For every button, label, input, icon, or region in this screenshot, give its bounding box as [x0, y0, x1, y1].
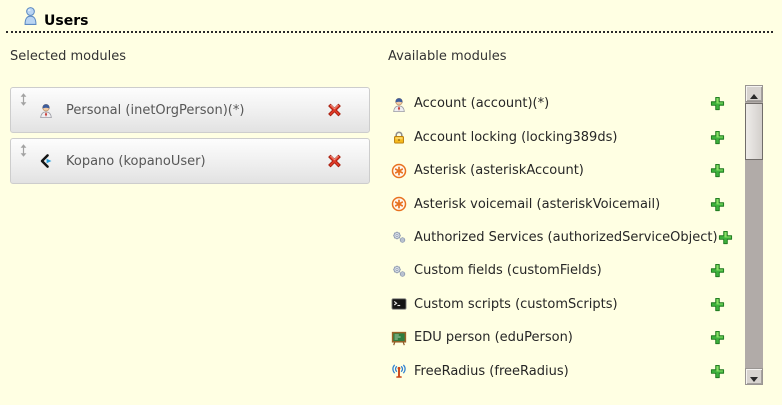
add-plus-icon: [710, 163, 725, 182]
delete-module-button[interactable]: [326, 153, 343, 170]
module-label: Custom fields (customFields): [414, 263, 602, 278]
available-modules-scrollbar[interactable]: [745, 85, 763, 385]
module-label: Asterisk (asteriskAccount): [414, 163, 584, 178]
delete-x-icon: [326, 104, 343, 123]
page-title-bar: Users: [23, 6, 88, 30]
kopano-icon: [37, 153, 54, 170]
antenna-icon: [390, 363, 407, 380]
move-updown-icon[interactable]: [19, 144, 28, 157]
selected-module-row[interactable]: Personal (inetOrgPerson)(*): [10, 87, 370, 133]
add-plus-icon: [710, 297, 725, 316]
add-module-button[interactable]: [710, 364, 725, 379]
module-label: FreeRadius (freeRadius): [414, 364, 569, 379]
scroll-down-icon: [750, 367, 758, 386]
module-label: EDU person (eduPerson): [414, 330, 573, 345]
selected-modules-list: Personal (inetOrgPerson)(*) Kopano (kopa…: [10, 87, 370, 189]
add-plus-icon: [710, 364, 725, 383]
move-updown-icon[interactable]: [19, 93, 28, 106]
user-icon: [23, 6, 38, 30]
add-plus-icon: [718, 230, 733, 249]
asterisk-icon: [390, 196, 407, 213]
available-module-row: Account locking (locking389ds): [388, 120, 738, 153]
title-divider: [6, 31, 773, 33]
selected-modules-heading: Selected modules: [10, 49, 126, 64]
padlock-icon: [390, 129, 407, 146]
person-cap-icon: [37, 102, 54, 119]
available-module-row: Custom fields (customFields): [388, 254, 738, 287]
delete-module-button[interactable]: [326, 102, 343, 119]
add-module-button[interactable]: [710, 96, 725, 111]
module-label: Kopano (kopanoUser): [66, 154, 206, 169]
available-module-row: Custom scripts (customScripts): [388, 288, 738, 321]
add-module-button[interactable]: [710, 297, 725, 312]
available-module-row: Account (account)(*): [388, 87, 738, 120]
module-selection-page: Users Selected modules Available modules…: [0, 0, 782, 405]
available-modules-heading: Available modules: [388, 49, 506, 64]
scroll-down-button[interactable]: [745, 368, 763, 385]
add-module-button[interactable]: [710, 263, 725, 278]
page-title: Users: [44, 13, 88, 30]
available-module-row: Authorized Services (authorizedServiceOb…: [388, 221, 738, 254]
module-label: Custom scripts (customScripts): [414, 297, 618, 312]
available-module-row: Asterisk voicemail (asteriskVoicemail): [388, 187, 738, 220]
add-plus-icon: [710, 197, 725, 216]
scroll-up-button[interactable]: [745, 85, 763, 102]
add-module-button[interactable]: [710, 330, 725, 345]
asterisk-icon: [390, 162, 407, 179]
chalkboard-icon: [390, 329, 407, 346]
gears-icon: [390, 262, 407, 279]
add-module-button[interactable]: [710, 197, 725, 212]
selected-module-row[interactable]: Kopano (kopanoUser): [10, 138, 370, 184]
available-modules-list: Account (account)(*) Account locking (lo…: [388, 87, 738, 388]
module-label: Personal (inetOrgPerson)(*): [66, 103, 244, 118]
module-label: Account locking (locking389ds): [414, 130, 617, 145]
add-module-button[interactable]: [718, 230, 733, 245]
add-module-button[interactable]: [710, 163, 725, 178]
module-label: Authorized Services (authorizedServiceOb…: [414, 230, 718, 245]
delete-x-icon: [326, 155, 343, 174]
person-cap-icon: [390, 95, 407, 112]
scrollbar-thumb[interactable]: [745, 103, 763, 160]
add-plus-icon: [710, 330, 725, 349]
module-label: Asterisk voicemail (asteriskVoicemail): [414, 197, 660, 212]
add-module-button[interactable]: [710, 130, 725, 145]
scroll-up-icon: [750, 84, 758, 103]
available-module-row: EDU person (eduPerson): [388, 321, 738, 354]
add-plus-icon: [710, 130, 725, 149]
available-module-row: Asterisk (asteriskAccount): [388, 154, 738, 187]
terminal-icon: [390, 296, 407, 313]
module-label: Account (account)(*): [414, 96, 549, 111]
add-plus-icon: [710, 263, 725, 282]
gears-icon: [390, 229, 407, 246]
available-module-row: FreeRadius (freeRadius): [388, 355, 738, 388]
add-plus-icon: [710, 96, 725, 115]
